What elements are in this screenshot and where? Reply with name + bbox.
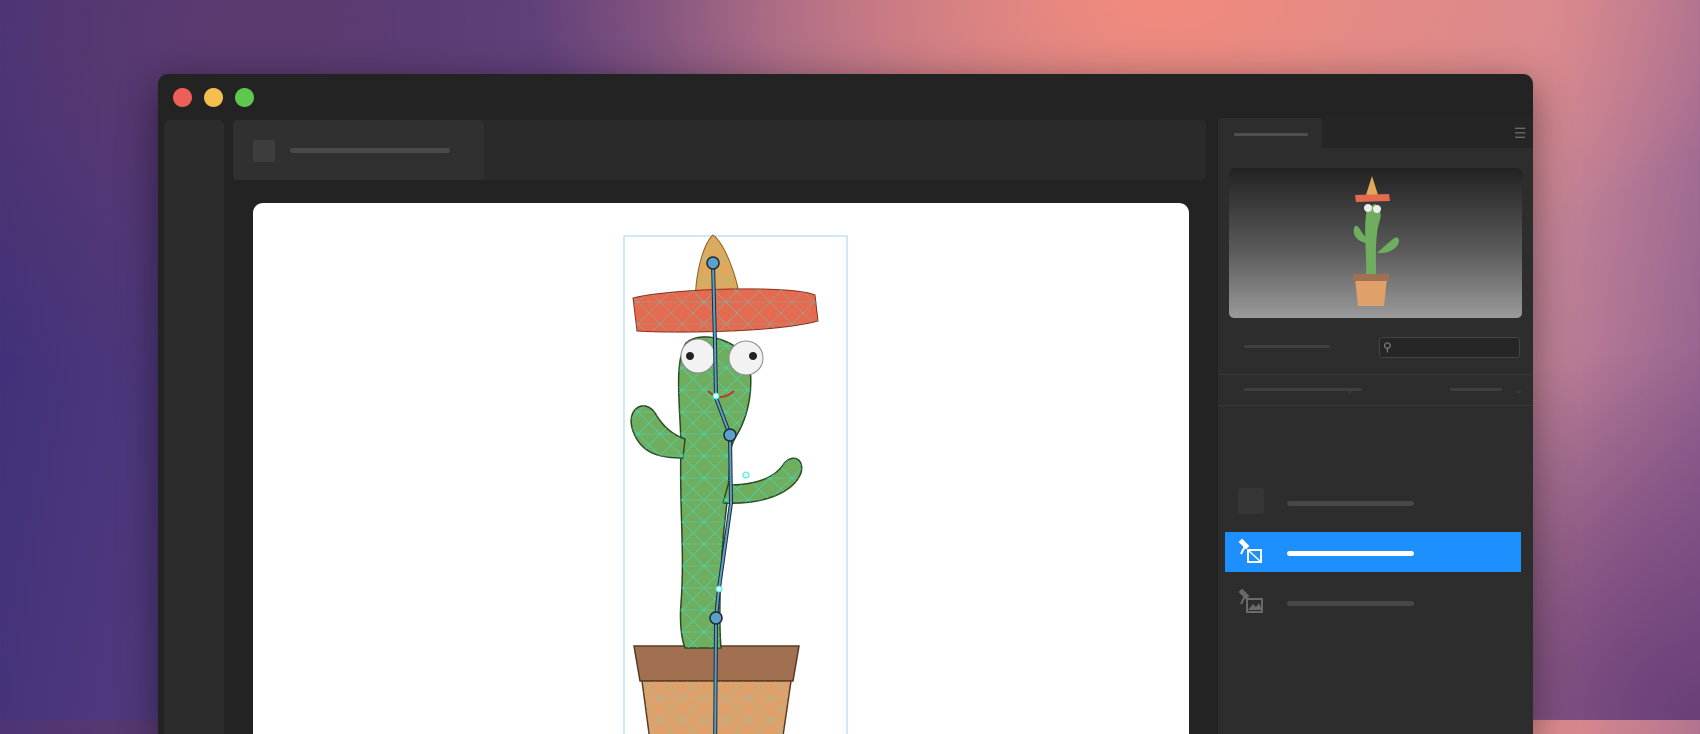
artboard-canvas[interactable]: [253, 203, 1189, 734]
window-minimize-button[interactable]: [204, 88, 223, 107]
document-tab-bar: [233, 120, 1206, 180]
sort-label[interactable]: [1244, 388, 1362, 391]
cactus-preview-image: [1353, 176, 1399, 306]
image-layer-icon: [1238, 588, 1263, 613]
list-item-selected[interactable]: [1225, 532, 1521, 572]
sombrero-hat: [632, 234, 819, 333]
document-thumbnail: [253, 140, 275, 162]
filter-row: ⚲: [1218, 323, 1533, 373]
list-item[interactable]: [1225, 582, 1521, 622]
window-close-button[interactable]: [173, 88, 192, 107]
document-tab-label: [290, 148, 450, 153]
mesh-pin: [715, 585, 723, 593]
chevron-down-icon[interactable]: ⌄: [1515, 385, 1525, 395]
bone-joint: [723, 428, 737, 442]
search-icon: ⚲: [1383, 340, 1392, 354]
sort-row: ⌄ ⌄: [1218, 374, 1533, 406]
tools-sidebar: [164, 120, 224, 734]
bone-joint: [709, 611, 723, 625]
view-label[interactable]: [1450, 388, 1502, 391]
panel-tab-active[interactable]: [1218, 118, 1322, 148]
folder-thumbnail-icon: [1238, 488, 1264, 514]
list-item-label: [1287, 551, 1414, 556]
hamburger-menu-icon[interactable]: ☰: [1513, 126, 1527, 140]
filter-label: [1244, 345, 1330, 348]
panel-header: ☰: [1218, 118, 1533, 148]
mesh-pin: [742, 471, 750, 479]
document-tab[interactable]: [233, 120, 484, 180]
search-field: ⚲: [1379, 337, 1520, 358]
list-item-label: [1287, 501, 1414, 506]
search-input[interactable]: [1398, 338, 1516, 357]
chevron-down-icon[interactable]: ⌄: [1346, 385, 1356, 395]
pin-warp-icon: [1238, 538, 1262, 563]
list-item-label: [1287, 601, 1414, 606]
cactus-artwork: [623, 234, 848, 734]
app-window: ☰ ⚲ ⌄ ⌄: [158, 74, 1533, 734]
window-maximize-button[interactable]: [235, 88, 254, 107]
panel-tab-label: [1234, 133, 1308, 136]
list-item[interactable]: [1225, 482, 1521, 522]
bone-joint: [706, 256, 720, 270]
assets-panel: ☰ ⚲ ⌄ ⌄: [1218, 118, 1533, 734]
preview-thumbnail: [1229, 168, 1522, 318]
mesh-pin: [712, 392, 720, 400]
